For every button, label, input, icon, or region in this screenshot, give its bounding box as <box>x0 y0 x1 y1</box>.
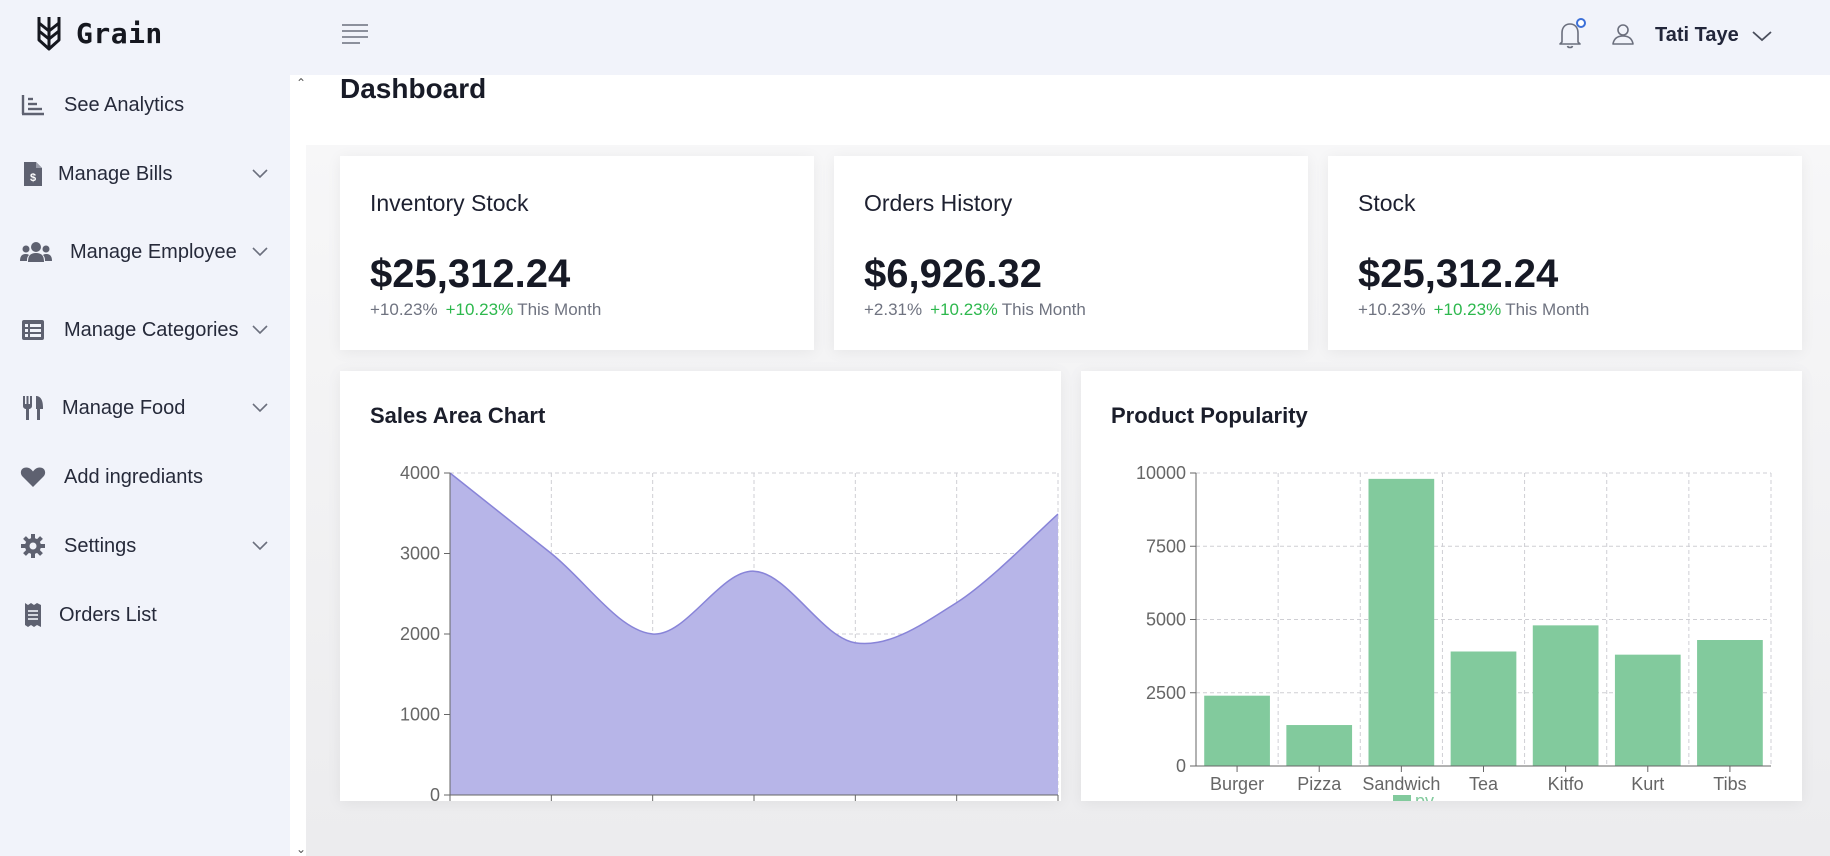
stat-footer: +10.23% +10.23% This Month <box>1358 300 1589 320</box>
stat-change: +10.23% <box>370 300 438 319</box>
stat-title: Inventory Stock <box>370 190 529 216</box>
page-title: Dashboard <box>340 73 487 104</box>
brand-name: Grain <box>76 16 163 50</box>
bar <box>1697 640 1763 766</box>
stat-value: $6,926.32 <box>864 252 1042 296</box>
sidebar-item-orders-list[interactable]: Orders List <box>0 590 290 640</box>
sidebar-item-add-ingrediants[interactable]: Add ingrediants <box>0 452 290 502</box>
area-fill <box>450 473 1058 795</box>
sidebar-item-manage-food[interactable]: Manage Food <box>0 383 290 433</box>
stat-period: This Month <box>517 300 602 319</box>
product-popularity-chart[interactable]: 025005000750010000Burger Pizza Sandwich Tea… <box>1081 371 1802 801</box>
svg-text:$: $ <box>30 172 36 184</box>
y-tick-label: 2500 <box>1146 683 1186 703</box>
scroll-up-icon[interactable]: ⌃ <box>296 76 306 90</box>
y-tick-label: 5000 <box>1146 610 1186 630</box>
y-tick-label: 1000 <box>400 705 440 725</box>
stat-title: Stock <box>1358 190 1416 216</box>
sidebar-item-label: Orders List <box>59 603 157 626</box>
sidebar-item-manage-employee[interactable]: Manage Employee <box>0 227 290 277</box>
sidebar-item-label: See Analytics <box>64 93 185 116</box>
sidebar-item-label: Add ingrediants <box>64 465 203 488</box>
y-tick-label: 10000 <box>1136 463 1186 483</box>
legend-label: pv <box>1415 791 1434 801</box>
bar <box>1204 695 1270 766</box>
x-tick-label: Tibs <box>1713 774 1746 794</box>
y-tick-label: 0 <box>1176 756 1186 776</box>
user-avatar-icon[interactable] <box>1611 22 1635 46</box>
bar <box>1532 625 1599 766</box>
bar <box>1450 651 1517 766</box>
y-tick-label: 0 <box>430 785 440 801</box>
bar <box>1286 725 1353 766</box>
bar <box>1614 654 1681 766</box>
sidebar-item-settings[interactable]: Settings <box>0 521 290 571</box>
grain-logo-icon <box>37 17 61 51</box>
stat-title: Orders History <box>864 190 1013 216</box>
stat-highlight: +10.23% <box>445 300 514 319</box>
stat-card-orders-history: Orders History $6,926.32 +2.31% +10.23% Th… <box>834 156 1308 350</box>
sales-area-chart[interactable]: 01000200030004000BurgerPizzaSandwichTeaK… <box>340 371 1061 801</box>
sidebar-item-manage-bills[interactable]: $ Manage Bills <box>0 149 290 199</box>
stat-value: $25,312.24 <box>370 252 571 296</box>
categories-icon <box>20 317 46 343</box>
stat-highlight: +10.23% <box>930 300 998 319</box>
sidebar-item-label: Settings <box>64 534 137 557</box>
y-tick-label: 4000 <box>400 463 440 483</box>
sales-area-chart-card: Sales Area Chart 01000200030004000Burger… <box>340 371 1061 801</box>
brand-logo[interactable]: Grain <box>36 14 163 52</box>
stat-period: This Month <box>1001 300 1086 319</box>
user-menu-chevron-icon[interactable] <box>1750 26 1774 46</box>
chevron-down-icon <box>252 247 268 257</box>
chevron-down-icon <box>252 169 268 179</box>
sidebar-item-label: Manage Food <box>62 396 186 419</box>
analytics-icon <box>20 92 46 118</box>
notification-bell-icon[interactable] <box>1556 18 1586 50</box>
stat-change: +10.23% <box>1358 300 1426 319</box>
y-tick-label: 2000 <box>400 624 440 644</box>
stat-card-stock: Stock $25,312.24 +10.23% +10.23% This Mont… <box>1328 156 1802 350</box>
product-popularity-card: Product Popularity 0 2500 5000 7500 10000 Bur… <box>1081 371 1802 801</box>
x-tick-label: Burger <box>1210 774 1264 794</box>
bar <box>1368 478 1435 766</box>
menu-toggle-icon[interactable] <box>340 22 370 46</box>
stat-change: +2.31% <box>864 300 923 319</box>
stat-highlight: +10.23% <box>1433 300 1502 319</box>
employees-icon <box>20 239 52 265</box>
x-tick-label: Pizza <box>1297 774 1342 794</box>
sidebar-item-label: Manage Employee <box>70 240 237 263</box>
main-content: Dashboard Inventory Stock $25,312.24 +10… <box>306 73 1830 856</box>
y-tick-label: 7500 <box>1146 536 1186 556</box>
chevron-down-icon <box>252 325 268 335</box>
user-name[interactable]: Tati Taye <box>1655 24 1739 47</box>
x-tick-label: Kurt <box>1631 774 1664 794</box>
scroll-down-icon[interactable]: ⌄ <box>296 842 306 856</box>
fork-knife-icon <box>20 395 46 421</box>
stat-footer: +2.31% +10.23% This Month <box>864 300 1086 320</box>
legend-swatch <box>1393 795 1411 801</box>
gear-icon <box>20 533 46 559</box>
x-tick-label: Kitfo <box>1548 774 1584 794</box>
x-tick-label: Tea <box>1469 774 1499 794</box>
chevron-down-icon <box>252 403 268 413</box>
top-bar: Grain Tati Taye <box>0 0 1830 75</box>
stat-card-inventory-stock: Inventory Stock $25,312.24 +10.23% +10.23… <box>340 156 814 350</box>
receipt-icon <box>20 602 46 628</box>
sidebar-item-label: Manage Categories <box>64 318 239 341</box>
chevron-down-icon <box>252 541 268 551</box>
stat-period: This Month <box>1505 300 1590 319</box>
stat-footer: +10.23% +10.23% This Month <box>370 300 601 320</box>
sidebar-item-label: Manage Bills <box>58 162 173 185</box>
sidebar-item-see-analytics[interactable]: See Analytics <box>0 80 290 130</box>
page-header: Dashboard <box>306 73 1830 145</box>
bill-icon: $ <box>20 161 46 187</box>
stat-value: $25,312.24 <box>1358 252 1559 296</box>
heart-icon <box>20 464 46 490</box>
y-tick-label: 3000 <box>400 544 440 564</box>
sidebar: See Analytics $ Manage Bills Manage Empl… <box>0 75 290 856</box>
scrollbar-track[interactable] <box>290 75 306 856</box>
sidebar-item-manage-categories[interactable]: Manage Categories <box>0 305 290 355</box>
